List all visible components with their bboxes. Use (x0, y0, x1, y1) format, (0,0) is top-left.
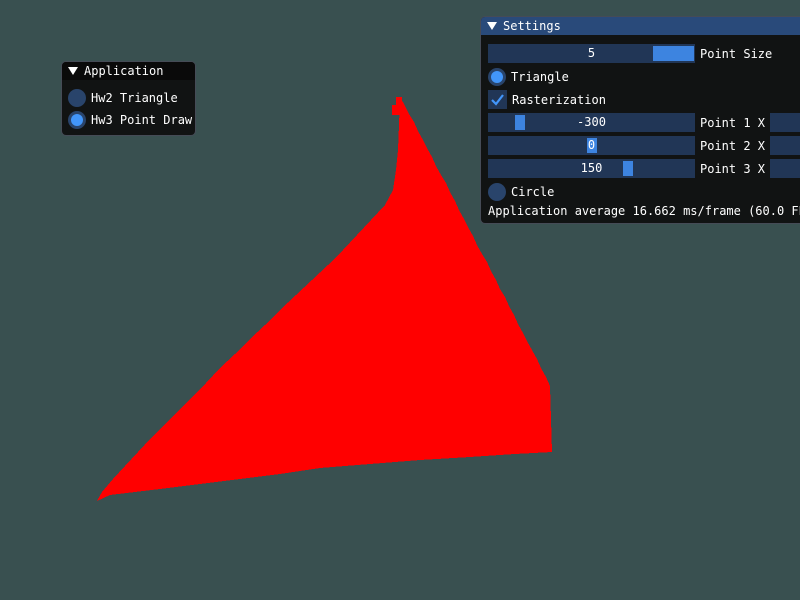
point-size-row: 5 Point Size (488, 44, 772, 63)
fps-readout: Application average 16.662 ms/frame (60.… (488, 204, 800, 218)
point-size-value: 5 (587, 46, 596, 60)
point3-x-label: Point 3 X (700, 161, 766, 176)
rasterization-checkbox[interactable] (488, 90, 507, 109)
radio-circle-selected-icon[interactable] (488, 67, 506, 86)
checkmark-icon (491, 94, 504, 106)
radio-hw2-triangle[interactable]: Hw2 Triangle (68, 88, 178, 108)
radio-label: Triangle (511, 69, 569, 84)
point-size-slider[interactable]: 5 (488, 44, 695, 63)
point3-y-slider[interactable] (770, 159, 800, 178)
point1-x-value: -300 (577, 115, 606, 129)
point2-x-value[interactable]: 0 (587, 138, 596, 152)
rasterization-checkbox-row[interactable]: Rasterization (488, 90, 606, 109)
collapse-arrow-icon[interactable] (487, 22, 497, 30)
point1-y-slider[interactable] (770, 113, 800, 132)
application-title: Application (84, 64, 164, 78)
application-titlebar[interactable]: Application (62, 62, 195, 80)
radio-label: Circle (511, 184, 555, 199)
application-window[interactable]: Application Hw2 Triangle Hw3 Point Draw (61, 61, 196, 136)
radio-circle[interactable]: Circle (488, 182, 554, 201)
point2-x-slider[interactable]: 0 (488, 136, 695, 155)
checkbox-label: Rasterization (512, 92, 606, 107)
triangle-edge-steps (392, 97, 404, 115)
radio-label: Hw3 Point Draw (91, 113, 193, 127)
radio-circle-icon[interactable] (68, 89, 86, 107)
collapse-arrow-icon[interactable] (68, 67, 78, 75)
radio-circle-selected-icon[interactable] (68, 111, 86, 129)
settings-titlebar[interactable]: Settings (481, 17, 800, 35)
point2-row: 0 Point 2 X (488, 136, 800, 155)
point1-x-label: Point 1 X (700, 115, 766, 130)
point1-row: -300 Point 1 X (488, 113, 800, 132)
settings-title: Settings (503, 19, 561, 33)
radio-circle-icon[interactable] (488, 182, 506, 201)
settings-window[interactable]: Settings 5 Point Size Triangle Rasteriza… (480, 16, 800, 224)
point1-x-slider[interactable]: -300 (488, 113, 695, 132)
radio-triangle[interactable]: Triangle (488, 67, 569, 86)
radio-hw3-point-draw[interactable]: Hw3 Point Draw (68, 110, 192, 130)
radio-label: Hw2 Triangle (91, 91, 178, 105)
point2-x-label: Point 2 X (700, 138, 766, 153)
point2-x-value-container: 0 (488, 136, 695, 155)
point3-x-value: 150 (580, 161, 603, 175)
point2-y-slider[interactable] (770, 136, 800, 155)
point-size-label: Point Size (700, 46, 773, 61)
point3-x-slider[interactable]: 150 (488, 159, 695, 178)
point3-row: 150 Point 3 X (488, 159, 800, 178)
